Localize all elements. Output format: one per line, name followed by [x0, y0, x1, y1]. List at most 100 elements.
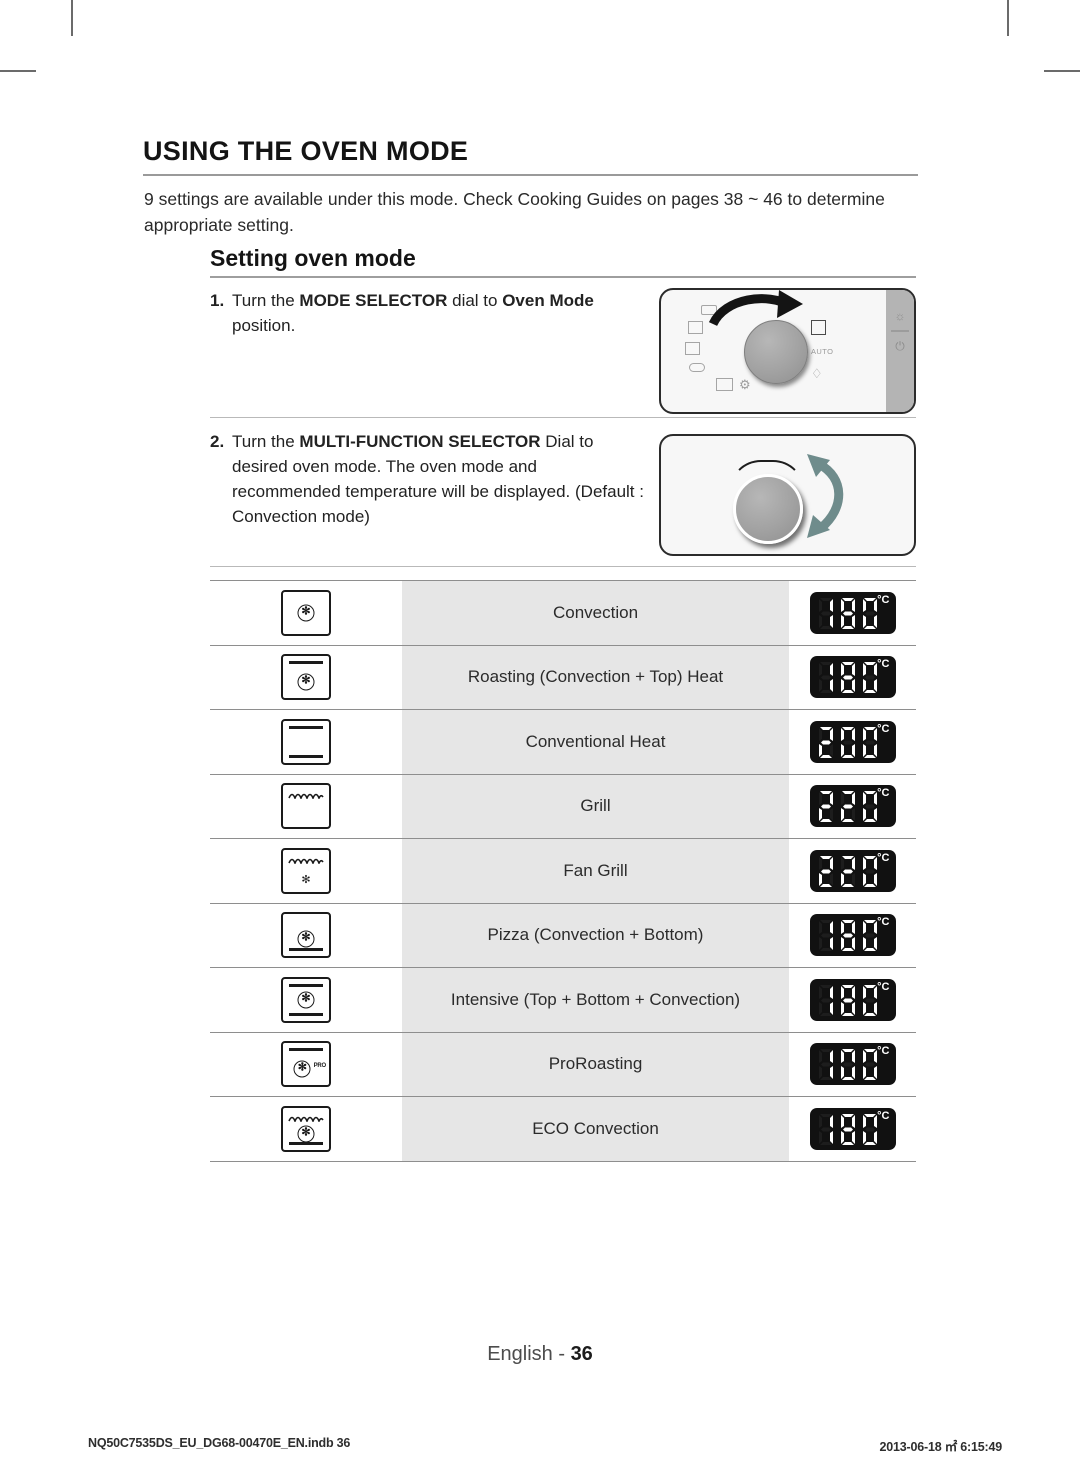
- temperature-cell: °C: [789, 709, 916, 775]
- text-run-4: position.: [232, 316, 296, 335]
- mode-name: Intensive (Top + Bottom + Convection): [450, 989, 741, 1009]
- mode-name: Convection: [552, 602, 639, 622]
- mode-name-cell: Roasting (Convection + Top) Heat: [402, 644, 789, 710]
- step-2-text: Turn the MULTI-FUNCTION SELECTOR Dial to…: [232, 429, 650, 529]
- oven-conventional-heat-icon: [281, 718, 331, 765]
- table-row: ✻ Convection °C: [210, 580, 916, 646]
- led-temperature-display: °C: [809, 720, 896, 763]
- mode-name-cell: Conventional Heat: [402, 709, 789, 775]
- crop-mark-top-left-horizontal: [0, 70, 36, 72]
- led-temperature-display: °C: [809, 914, 896, 957]
- fan-symbol: ✻: [297, 1125, 315, 1143]
- fan-symbol: ✻: [297, 930, 315, 948]
- step-1: 1. Turn the MODE SELECTOR dial to Oven M…: [210, 288, 650, 338]
- temperature-cell: °C: [789, 1096, 916, 1162]
- degree-celsius-label: °C: [877, 851, 890, 864]
- fan-symbol: ✻: [297, 991, 315, 1009]
- led-temperature-display: °C: [809, 978, 896, 1021]
- table-row: ✻ ECO Convection °C: [210, 1096, 916, 1162]
- oven-grill-icon: [281, 783, 331, 830]
- mode-name-cell: Intensive (Top + Bottom + Convection): [402, 967, 789, 1033]
- oven-proroasting-icon: ✻ PRO: [281, 1041, 331, 1088]
- bidirectional-turn-arrow: [807, 454, 844, 538]
- led-temperature-display: °C: [809, 591, 896, 634]
- mode-name-cell: Grill: [402, 773, 789, 839]
- mode-name-cell: Fan Grill: [402, 838, 789, 904]
- mode-icon-bottom-left: [689, 363, 705, 372]
- section-divider: [210, 276, 916, 278]
- mode-icon-clean: ♢: [811, 366, 823, 381]
- multi-function-knob[interactable]: [733, 474, 803, 544]
- fan-symbol: ✻: [297, 604, 315, 622]
- led-temperature-display: °C: [809, 1107, 896, 1150]
- degree-celsius-label: °C: [877, 1045, 890, 1058]
- clockwise-turn-arrow: [708, 290, 803, 327]
- mode-name: Pizza (Convection + Bottom): [487, 925, 704, 945]
- degree-celsius-label: °C: [877, 593, 890, 606]
- top-heat-bar: [289, 725, 323, 729]
- multi-function-selector-panel: [659, 434, 916, 556]
- degree-celsius-label: °C: [877, 980, 890, 993]
- step-1-text: Turn the MODE SELECTOR dial to Oven Mode…: [232, 288, 650, 338]
- temperature-cell: °C: [789, 838, 916, 904]
- degree-celsius-label: °C: [877, 1109, 890, 1122]
- bottom-heat-bar: [289, 948, 323, 952]
- mode-name-cell: Convection: [402, 580, 789, 646]
- mode-icon-cell: ✻: [210, 838, 402, 904]
- crop-mark-top-left-vertical: [71, 0, 73, 36]
- led-temperature-display: °C: [809, 656, 896, 699]
- fan-symbol: ✻: [301, 873, 311, 886]
- degree-celsius-label: °C: [877, 658, 890, 671]
- crop-mark-top-right-horizontal: [1044, 70, 1080, 72]
- section-title: Setting oven mode: [210, 245, 416, 271]
- mode-icon-bottom: [716, 378, 733, 391]
- bottom-heat-bar: [289, 1012, 323, 1016]
- manual-page: USING THE OVEN MODE 9 settings are avail…: [0, 0, 1080, 1472]
- text-run-1: MULTI-FUNCTION SELECTOR: [299, 432, 541, 451]
- step-1-divider: [210, 417, 916, 418]
- led-temperature-display: °C: [809, 1043, 896, 1086]
- text-run-0: Turn the: [232, 291, 300, 310]
- footer-timestamp: 2013-06-18 ㎡ 6:15:49: [879, 1440, 1003, 1454]
- mode-name-cell: Pizza (Convection + Bottom): [402, 902, 789, 968]
- temperature-cell: °C: [789, 773, 916, 839]
- auto-label: AUTO: [811, 347, 834, 356]
- intro-paragraph: 9 settings are available under this mode…: [144, 189, 885, 235]
- text-run-3: Oven Mode: [502, 291, 594, 310]
- text-run-1: MODE SELECTOR: [299, 291, 448, 310]
- page-label: English -: [487, 1343, 571, 1365]
- step-2-divider: [210, 566, 916, 567]
- title-divider: [143, 174, 918, 176]
- step-1-number: 1.: [210, 291, 225, 310]
- degree-celsius-label: °C: [877, 787, 890, 800]
- fan-symbol: ✻: [293, 1060, 311, 1078]
- table-row: ✻ Fan Grill °C: [210, 838, 916, 904]
- footer-filename: NQ50C7535DS_EU_DG68-00470E_EN.indb 36: [88, 1436, 351, 1450]
- temperature-cell: °C: [789, 580, 916, 646]
- mode-name: ECO Convection: [532, 1118, 659, 1138]
- oven-intensive-icon: ✻: [281, 976, 331, 1023]
- mode-name-cell: ECO Convection: [402, 1096, 789, 1162]
- step-2: 2. Turn the MULTI-FUNCTION SELECTOR Dial…: [210, 429, 650, 529]
- page-number: English - 36: [0, 1343, 1080, 1366]
- temperature-cell: °C: [789, 902, 916, 968]
- mode-name: Fan Grill: [563, 860, 628, 880]
- mode-name-cell: ProRoasting: [402, 1031, 789, 1097]
- table-row: ✻ PRO ProRoasting °C: [210, 1031, 916, 1097]
- oven-mode-table: ✻ Convection °C ✻ Roasting (Convection + Top…: [210, 580, 916, 1162]
- top-heat-bar: [289, 983, 323, 987]
- top-heat-bar: [289, 661, 323, 665]
- oven-convection-icon: ✻: [281, 589, 331, 636]
- oven-roasting-icon: ✻: [281, 654, 331, 701]
- mode-name: Roasting (Convection + Top) Heat: [467, 667, 724, 687]
- temperature-cell: °C: [789, 1031, 916, 1097]
- table-row: ✻ Pizza (Convection + Bottom) °C: [210, 902, 916, 968]
- mode-icon-cell: ✻: [210, 902, 402, 968]
- mode-icon-cell: ✻ PRO: [210, 1031, 402, 1097]
- mode-icon-cell: ✻: [210, 644, 402, 710]
- temperature-cell: °C: [789, 644, 916, 710]
- mode-icon-cell: ✻: [210, 967, 402, 1033]
- table-row: Conventional Heat °C: [210, 709, 916, 775]
- top-heat-bar: [289, 1048, 323, 1052]
- oven-eco-convection-icon: ✻: [281, 1105, 331, 1152]
